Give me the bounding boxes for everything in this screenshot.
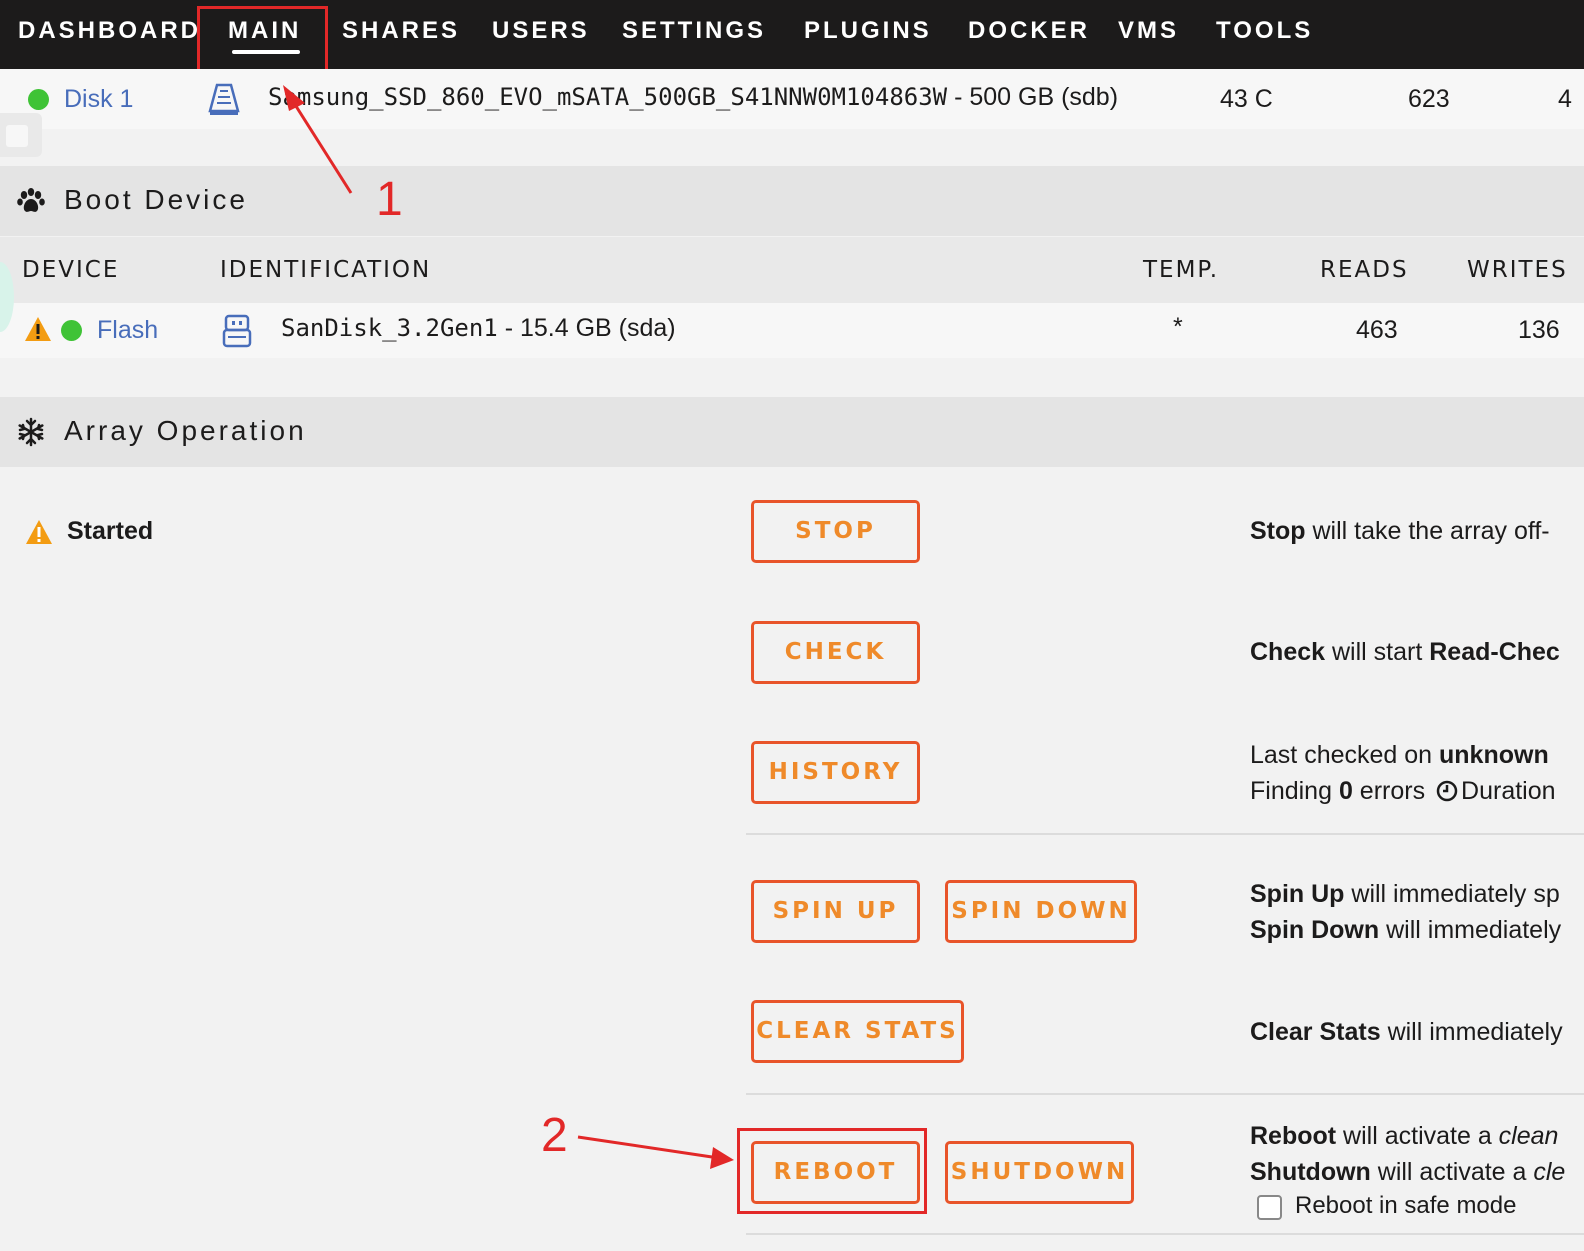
arrow-head-icon	[710, 1147, 734, 1169]
annotation-number-2: 2	[541, 1109, 568, 1162]
annotation-arrows	[283, 85, 734, 1169]
annotation-number-1: 1	[376, 173, 403, 226]
arrow-head-icon	[283, 85, 305, 111]
